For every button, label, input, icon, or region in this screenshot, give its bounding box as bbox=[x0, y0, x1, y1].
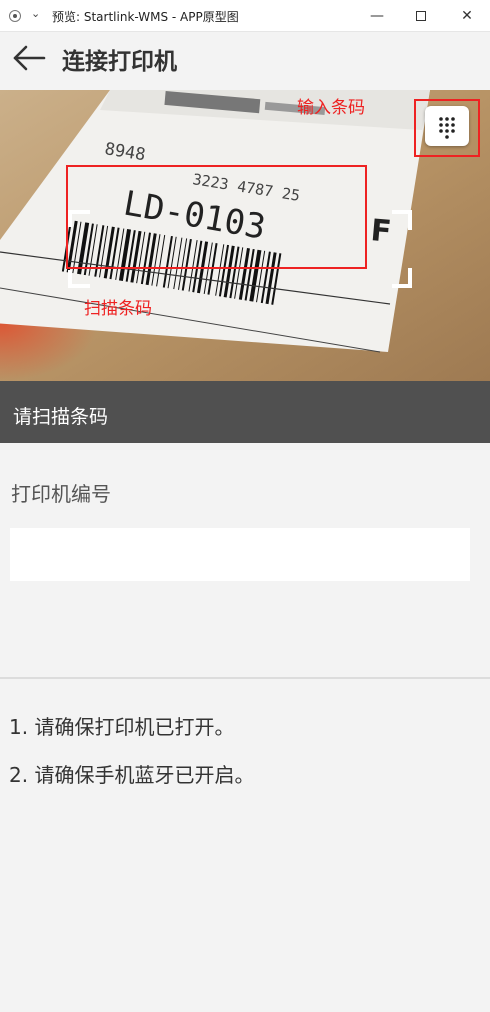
window-title: 预览: Startlink-WMS - APP原型图 bbox=[52, 10, 239, 24]
printer-number-label: 打印机编号 bbox=[11, 482, 111, 506]
annotation-input-barcode: 输入条码 bbox=[297, 98, 365, 118]
page-title: 连接打印机 bbox=[62, 49, 177, 75]
scan-status-bar: 请扫描条码 bbox=[0, 381, 490, 443]
maximize-button[interactable] bbox=[406, 4, 436, 28]
scan-prompt-label: 请扫描条码 bbox=[13, 406, 109, 428]
tip-item: 1. 请确保打印机已打开。 bbox=[9, 715, 235, 739]
chevron-down-icon[interactable]: ⌄ bbox=[31, 7, 40, 20]
label-corner-text: 8948 bbox=[103, 139, 147, 165]
annotation-scan-barcode: 扫描条码 bbox=[84, 299, 152, 319]
arrow-left-icon[interactable] bbox=[12, 45, 46, 71]
annotation-barcode-box bbox=[66, 165, 367, 269]
window-title-bar: ⌄ 预览: Startlink-WMS - APP原型图 — ✕ bbox=[0, 0, 490, 32]
divider bbox=[0, 677, 490, 679]
printer-number-input[interactable] bbox=[10, 528, 470, 581]
annotation-keypad-box bbox=[414, 99, 480, 157]
close-button[interactable]: ✕ bbox=[452, 4, 482, 28]
tip-item: 2. 请确保手机蓝牙已开启。 bbox=[9, 763, 255, 787]
maximize-icon bbox=[416, 11, 426, 21]
label-side-letter: F bbox=[369, 213, 392, 250]
app-record-icon bbox=[9, 10, 21, 22]
page-header: 连接打印机 bbox=[0, 33, 490, 89]
minimize-button[interactable]: — bbox=[362, 4, 392, 28]
